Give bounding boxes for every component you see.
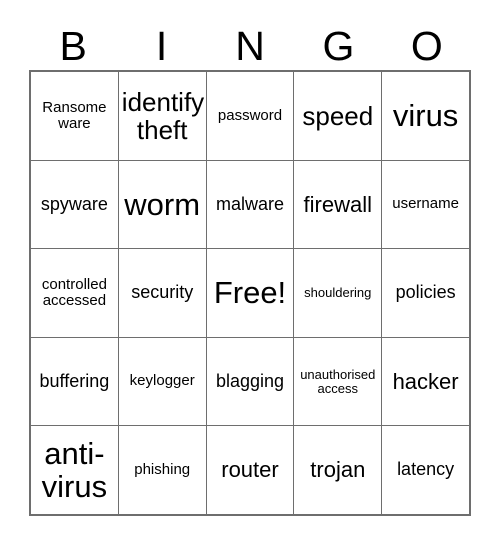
bingo-cell[interactable]: blagging xyxy=(207,337,295,426)
header-letter-n: N xyxy=(235,22,265,69)
bingo-cell-label: anti- virus xyxy=(41,435,108,505)
bingo-cell-label: shouldering xyxy=(304,284,372,300)
bingo-cell[interactable]: malware xyxy=(207,160,295,249)
bingo-cell-label: trojan xyxy=(310,457,366,483)
bingo-cell[interactable]: virus xyxy=(382,72,469,160)
bingo-cell-label: hacker xyxy=(392,368,459,394)
bingo-cell-label: blagging xyxy=(215,370,285,391)
bingo-cell[interactable]: policies xyxy=(382,249,469,337)
bingo-cell[interactable]: firewall xyxy=(294,160,383,249)
bingo-cell[interactable]: worm xyxy=(119,160,207,249)
bingo-cell-label: identify theft xyxy=(121,86,205,145)
bingo-cell[interactable]: trojan xyxy=(294,426,383,514)
bingo-cell-label: policies xyxy=(395,282,456,303)
bingo-cell[interactable]: controlled accessed xyxy=(31,249,119,337)
bingo-cell[interactable]: shouldering xyxy=(294,249,383,337)
bingo-cell[interactable]: phishing xyxy=(119,426,207,514)
bingo-cell-label: username xyxy=(392,195,459,213)
bingo-cell-label: worm xyxy=(124,186,201,222)
bingo-cell[interactable]: unauthorised access xyxy=(294,337,383,426)
bingo-cell[interactable]: security xyxy=(119,249,207,337)
header-letter-b: B xyxy=(59,22,87,69)
bingo-cell-label: firewall xyxy=(303,191,373,217)
bingo-cell[interactable]: spyware xyxy=(31,160,119,249)
bingo-cell[interactable]: identify theft xyxy=(119,72,207,160)
bingo-card: B I N G O Ransome ware identify theft pass… xyxy=(0,0,500,544)
bingo-grid: Ransome ware identify theft password speed v… xyxy=(29,70,471,516)
bingo-cell[interactable]: latency xyxy=(382,426,469,514)
bingo-row: anti- virus phishing router trojan latency xyxy=(31,426,469,514)
bingo-cell-label: router xyxy=(221,457,279,483)
bingo-row: buffering keylogger blagging unauthorised a… xyxy=(31,337,469,427)
bingo-row: controlled accessed security Free! shoulder… xyxy=(31,249,469,338)
bingo-cell-label: Ransome ware xyxy=(42,98,107,132)
bingo-cell[interactable]: keylogger xyxy=(119,337,207,426)
bingo-cell-label: virus xyxy=(392,98,459,134)
bingo-cell[interactable]: password xyxy=(207,72,295,160)
bingo-cell-label: unauthorised access xyxy=(300,366,376,396)
bingo-cell-label: phishing xyxy=(134,461,191,479)
bingo-cell-label: controlled accessed xyxy=(41,275,107,309)
bingo-cell[interactable]: speed xyxy=(294,72,383,160)
bingo-row: Ransome ware identify theft password speed v… xyxy=(31,72,469,161)
header-letter-o: O xyxy=(410,22,443,69)
bingo-cell-label: keylogger xyxy=(129,372,195,390)
bingo-cell-label: Free! xyxy=(213,275,287,311)
bingo-cell[interactable]: buffering xyxy=(31,337,119,426)
bingo-cell-label: buffering xyxy=(39,370,110,391)
bingo-cell[interactable]: username xyxy=(382,161,469,249)
bingo-cell-label: password xyxy=(217,106,283,124)
bingo-cell-label: spyware xyxy=(40,193,108,214)
bingo-cell-label: security xyxy=(131,282,194,303)
bingo-cell[interactable]: Ransome ware xyxy=(31,72,119,160)
bingo-cell[interactable]: router xyxy=(207,426,295,514)
bingo-row: spyware worm malware firewall username xyxy=(31,160,469,250)
header-letter-g: G xyxy=(322,22,355,69)
bingo-cell-label: speed xyxy=(302,100,374,131)
bingo-header: B I N G O xyxy=(29,22,471,70)
bingo-cell[interactable]: anti- virus xyxy=(31,426,119,514)
bingo-cell-label: malware xyxy=(215,193,284,214)
header-letter-i: I xyxy=(155,22,168,69)
bingo-cell[interactable]: hacker xyxy=(382,338,469,426)
bingo-cell-free[interactable]: Free! xyxy=(207,249,295,337)
bingo-cell-label: latency xyxy=(397,459,455,480)
